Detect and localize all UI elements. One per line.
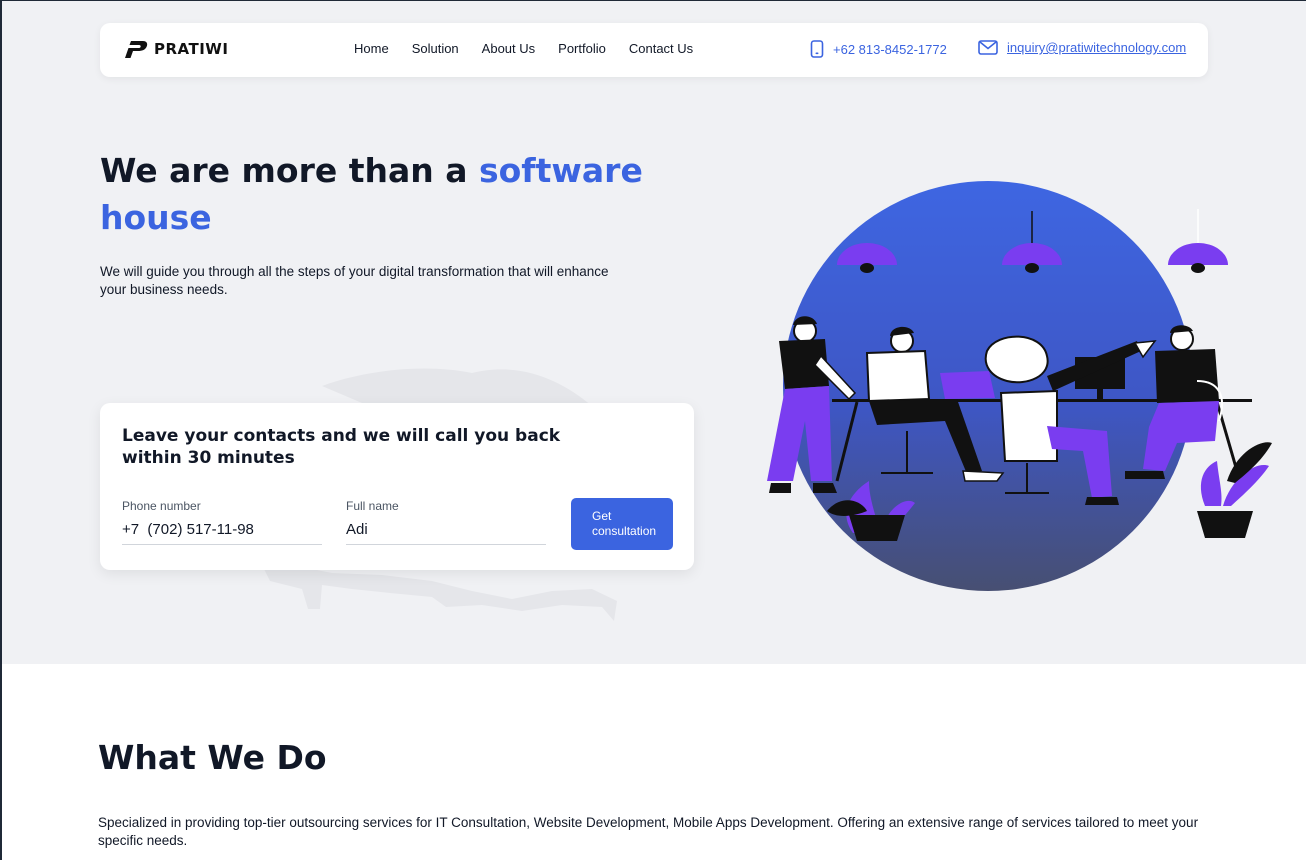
hero-section: PRATIWI Home Solution About Us Portfolio…: [2, 1, 1306, 664]
callback-form-title: Leave your contacts and we will call you…: [122, 426, 561, 468]
full-name-field-label: Full name: [346, 499, 399, 513]
header-email-address: inquiry@pratiwitechnology.com: [1007, 40, 1187, 55]
header-email-link[interactable]: inquiry@pratiwitechnology.com: [978, 40, 1186, 55]
brand-logo[interactable]: PRATIWI: [124, 40, 228, 58]
nav-home[interactable]: Home: [354, 41, 389, 56]
hero-title: We are more than a software house: [100, 147, 660, 241]
callback-form-card: Leave your contacts and we will call you…: [100, 403, 694, 570]
pratiwi-logo-icon: [125, 40, 148, 58]
mail-icon: [978, 40, 998, 55]
header-phone-link[interactable]: +62 813-8452-1772: [810, 40, 947, 58]
full-name-field: Full name: [346, 499, 550, 545]
full-name-input[interactable]: [346, 521, 546, 545]
team-illustration: [767, 181, 1272, 591]
hero-subtitle: We will guide you through all the steps …: [100, 264, 609, 297]
phone-icon: [810, 40, 824, 58]
what-we-do-description: Specialized in providing top-tier outsou…: [98, 815, 1199, 848]
phone-field: Phone number: [122, 499, 326, 545]
hero-title-prefix: We are more than a: [100, 151, 479, 190]
top-navbar: PRATIWI Home Solution About Us Portfolio…: [100, 23, 1208, 77]
phone-input[interactable]: [122, 521, 322, 545]
nav-contact-us[interactable]: Contact Us: [629, 41, 693, 56]
brand-name: PRATIWI: [154, 40, 229, 58]
nav-portfolio[interactable]: Portfolio: [558, 41, 606, 56]
get-consultation-button[interactable]: Get consultation: [571, 498, 673, 550]
header-phone-number: +62 813-8452-1772: [833, 41, 947, 57]
nav-solution[interactable]: Solution: [412, 41, 459, 56]
phone-field-label: Phone number: [122, 499, 201, 513]
main-nav: Home Solution About Us Portfolio Contact…: [354, 41, 693, 56]
get-consultation-label: Get consultation: [592, 509, 657, 538]
nav-about-us[interactable]: About Us: [482, 41, 535, 56]
what-we-do-title: What We Do: [98, 738, 327, 777]
